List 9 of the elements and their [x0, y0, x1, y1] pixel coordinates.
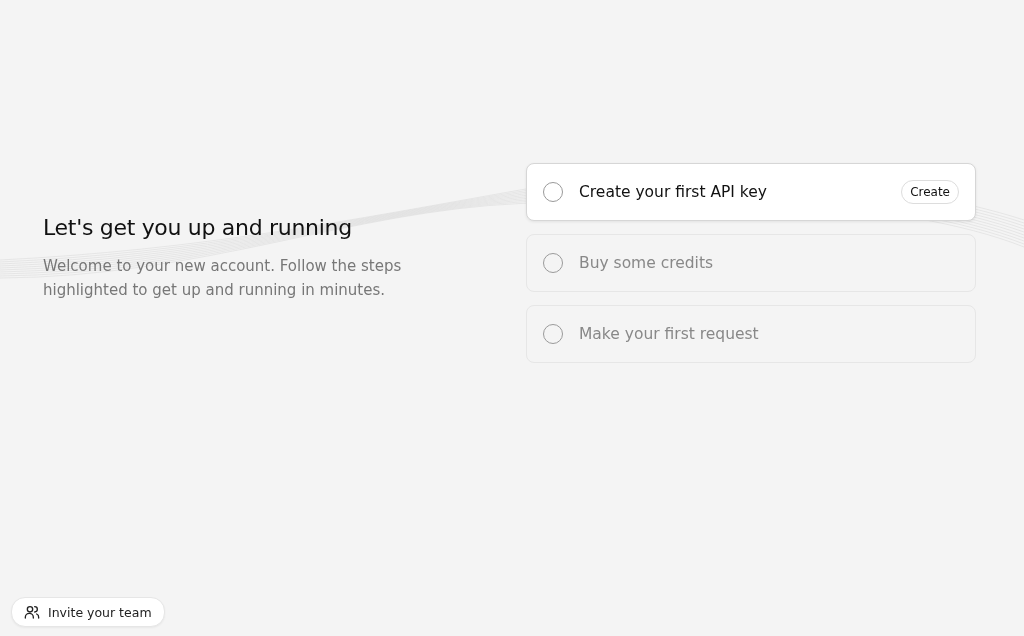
step-card[interactable]: Create your first API key Create [526, 163, 976, 221]
step-label: Make your first request [579, 325, 760, 343]
users-icon [24, 604, 40, 620]
step-label: Create your first API key [579, 183, 768, 201]
intro-text: Welcome to your new account. Follow the steps highlighted to get up and running in minutes. [43, 256, 403, 301]
create-button[interactable]: Create [901, 180, 959, 204]
invite-button[interactable]: Invite your team [11, 597, 165, 627]
page-title: Let's get you up and running [43, 215, 353, 240]
step-label: Buy some credits [579, 254, 715, 272]
